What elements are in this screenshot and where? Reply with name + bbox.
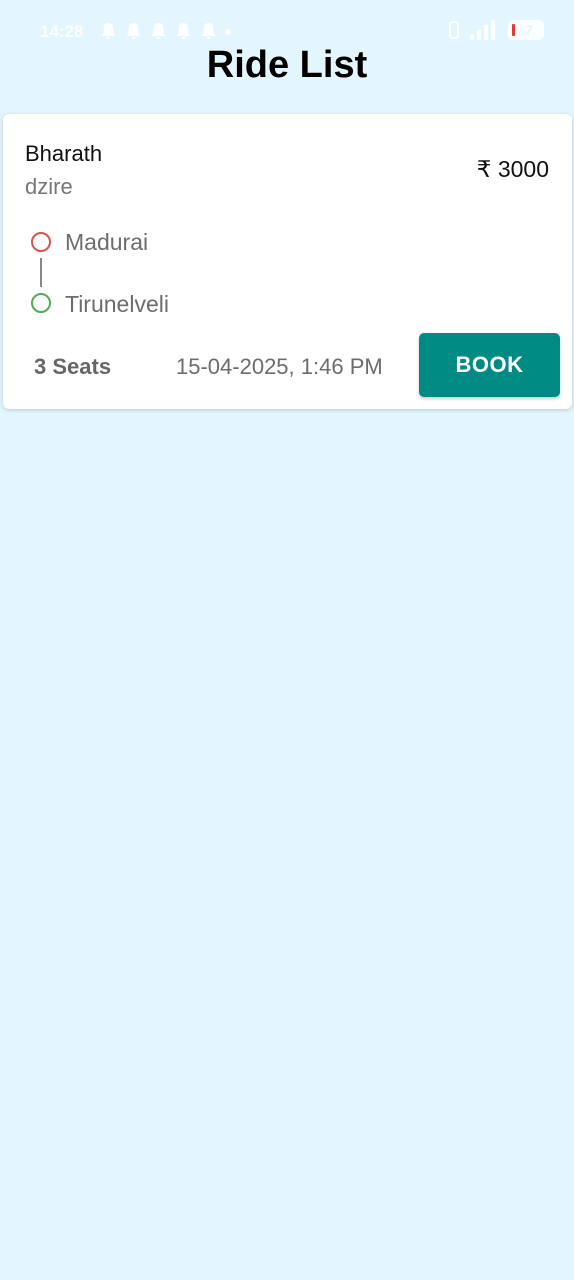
battery-percentage: 7 <box>525 22 533 38</box>
ride-card[interactable]: Bharath dzire ₹ 3000 Madurai Tirunelveli… <box>3 114 572 409</box>
destination-circle-icon <box>31 293 51 313</box>
notification-bell-icon <box>201 23 216 39</box>
notification-bell-icon <box>101 23 116 39</box>
more-notifications-dot-icon <box>225 29 231 35</box>
driver-name: Bharath <box>25 141 103 166</box>
signal-icon <box>470 20 495 40</box>
book-button[interactable]: BOOK <box>419 333 560 397</box>
battery-icon: 7 <box>508 20 544 40</box>
route-connector-line <box>40 258 42 287</box>
system-icons: 7 <box>448 20 544 40</box>
destination-location: Tirunelveli <box>65 291 169 317</box>
origin-circle-icon <box>31 232 51 252</box>
notification-icons <box>100 22 231 40</box>
ride-datetime: 15-04-2025, 1:46 PM <box>176 354 383 379</box>
car-model: dzire <box>25 174 73 199</box>
page-title: Ride List <box>206 44 368 86</box>
origin-location: Madurai <box>65 229 149 255</box>
notification-bell-icon <box>126 23 141 39</box>
status-time: 14:28 <box>40 22 84 41</box>
ride-price: ₹ 3000 <box>476 156 549 182</box>
seats-available: 3 Seats <box>34 354 112 379</box>
vibrate-icon <box>449 21 459 39</box>
notification-bell-icon <box>151 23 166 39</box>
notification-bell-icon <box>176 23 191 39</box>
battery-level-indicator <box>512 24 515 36</box>
